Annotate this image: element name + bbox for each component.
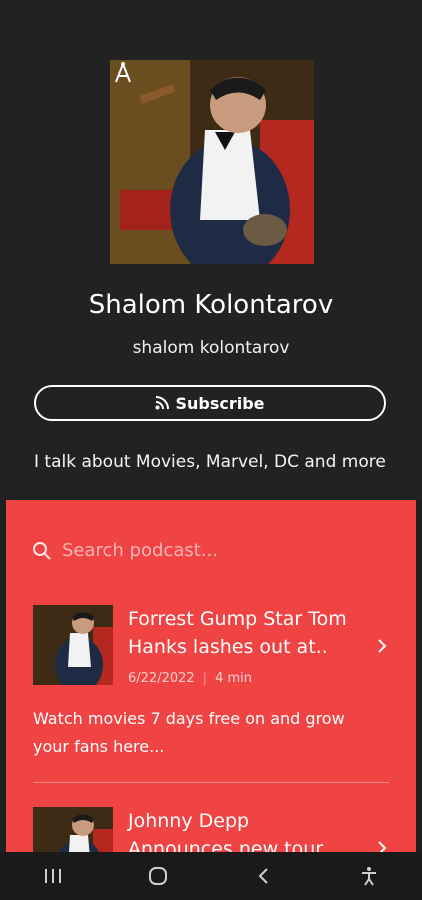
recent-apps-button[interactable] xyxy=(33,856,73,896)
meta-separator: | xyxy=(202,671,208,686)
subscribe-button[interactable]: Subscribe xyxy=(34,385,386,421)
episode-title: Johnny Depp Announces new tour xyxy=(128,810,324,852)
episode-divider xyxy=(33,782,389,783)
system-navigation-bar xyxy=(0,852,422,900)
home-icon xyxy=(149,867,168,885)
cover-art-image xyxy=(110,60,314,264)
back-button[interactable] xyxy=(244,856,284,896)
recent-apps-icon xyxy=(44,869,61,883)
episode-thumbnail xyxy=(33,807,113,852)
episode-thumbnail xyxy=(33,605,113,685)
episode-title: Forrest Gump Star Tom Hanks lashes out a… xyxy=(128,608,347,658)
subscribe-label: Subscribe xyxy=(175,393,265,413)
search-input[interactable]: Search podcast... xyxy=(32,540,218,561)
episode-item[interactable]: Johnny Depp Announces new tour xyxy=(33,807,389,852)
search-placeholder: Search podcast... xyxy=(62,540,218,561)
anchor-podcast-icon xyxy=(115,62,131,83)
episode-duration: 4 min xyxy=(215,671,252,686)
episode-description: Watch movies 7 days free on and grow you… xyxy=(33,709,345,756)
podcast-header: Shalom Kolontarov shalom kolontarov Subs… xyxy=(0,0,422,500)
search-icon xyxy=(33,541,51,560)
rss-icon xyxy=(155,396,170,410)
episode-item[interactable]: Forrest Gump Star Tom Hanks lashes out a… xyxy=(33,605,389,775)
accessibility-icon xyxy=(362,867,377,886)
episode-date: 6/22/2022 xyxy=(128,671,195,686)
podcast-title: Shalom Kolontarov xyxy=(88,290,334,320)
podcast-description: I talk about Movies, Marvel, DC and more xyxy=(34,452,386,472)
podcast-author: shalom kolontarov xyxy=(132,338,290,358)
home-button[interactable] xyxy=(138,856,178,896)
chevron-right-icon[interactable] xyxy=(375,841,389,852)
accessibility-button[interactable] xyxy=(349,856,389,896)
episode-meta: 6/22/2022 | 4 min xyxy=(128,671,252,686)
chevron-right-icon[interactable] xyxy=(375,639,389,653)
back-icon xyxy=(258,868,268,884)
episode-list-panel: Search podcast... Forrest Gump Star Tom … xyxy=(6,500,416,852)
